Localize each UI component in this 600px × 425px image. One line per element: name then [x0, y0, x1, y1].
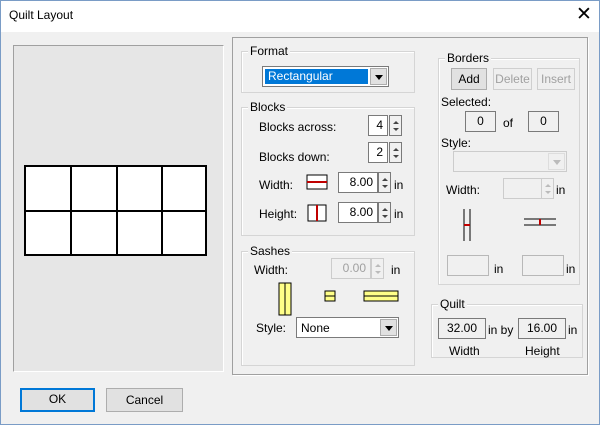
block-width-icon: [306, 174, 328, 190]
quilt-by-label: in by: [488, 323, 514, 337]
sash-width-unit: in: [391, 263, 401, 277]
chevron-down-icon[interactable]: [380, 319, 397, 336]
border-style-label: Style:: [441, 136, 472, 150]
horizontal-sash-icon: [363, 290, 399, 302]
top-border-icon: [524, 218, 556, 226]
block-height-spinner[interactable]: [378, 202, 391, 223]
format-select[interactable]: Rectangular: [262, 66, 389, 87]
ok-button[interactable]: OK: [20, 388, 95, 412]
borders-group-label: Borders: [445, 51, 492, 65]
selected-label: Selected:: [441, 95, 492, 109]
selected-border-value: 0: [465, 111, 496, 132]
grid-line: [26, 210, 205, 212]
format-select-value: Rectangular: [265, 69, 368, 84]
block-width-unit: in: [394, 178, 404, 192]
blocks-down-label: Blocks down:: [259, 150, 330, 164]
blocks-across-spinner[interactable]: [389, 115, 402, 136]
side-border-width-field: [447, 255, 489, 276]
block-height-label: Height:: [259, 207, 298, 221]
top-border-unit: in: [566, 262, 576, 276]
block-height-icon: [307, 204, 327, 222]
border-width-unit: in: [556, 183, 566, 197]
quilt-width-caption: Width: [449, 344, 480, 358]
sash-width-spinner[interactable]: [371, 258, 384, 279]
sash-style-select[interactable]: None: [296, 317, 399, 338]
border-width-label: Width:: [446, 183, 481, 197]
chevron-down-icon[interactable]: [548, 153, 565, 170]
sash-style-value: None: [301, 321, 330, 335]
top-border-width-field: [522, 255, 564, 276]
blocks-group-label: Blocks: [248, 100, 288, 114]
sash-width-label: Width:: [254, 263, 289, 277]
quilt-group-label: Quilt: [438, 297, 467, 311]
cornerstone-icon: [324, 290, 336, 302]
blocks-across-input[interactable]: 4: [368, 115, 388, 136]
sash-width-input[interactable]: 0.00: [331, 258, 371, 279]
insert-border-button[interactable]: Insert: [537, 68, 575, 90]
quilt-width-value: 32.00: [438, 318, 486, 339]
quilt-unit: in: [568, 323, 578, 337]
quilt-height-caption: Height: [525, 344, 560, 358]
block-width-label: Width:: [259, 178, 294, 192]
quilt-preview-grid: [24, 165, 207, 256]
total-borders-value: 0: [528, 111, 559, 132]
cancel-button[interactable]: Cancel: [106, 388, 183, 412]
blocks-down-input[interactable]: 2: [368, 142, 388, 163]
vertical-sash-icon: [278, 282, 292, 316]
block-height-input[interactable]: 8.00: [338, 202, 378, 223]
format-group-label: Format: [248, 44, 291, 58]
of-label: of: [503, 116, 514, 130]
close-icon[interactable]: ✕: [572, 2, 596, 28]
add-border-button[interactable]: Add: [451, 68, 487, 90]
border-width-input[interactable]: [503, 178, 543, 199]
block-width-spinner[interactable]: [378, 172, 391, 193]
delete-border-button[interactable]: Delete: [493, 68, 532, 90]
sashes-group-label: Sashes: [248, 244, 293, 258]
border-width-spinner[interactable]: [541, 178, 554, 199]
block-height-unit: in: [394, 207, 404, 221]
block-width-input[interactable]: 8.00: [338, 172, 378, 193]
sash-style-label: Style:: [256, 321, 287, 335]
side-border-icon: [463, 209, 471, 241]
chevron-down-icon[interactable]: [370, 68, 387, 85]
blocks-across-label: Blocks across:: [259, 120, 337, 134]
title-bar: [0, 0, 600, 32]
window-title: Quilt Layout: [9, 8, 74, 22]
border-style-select[interactable]: [453, 151, 567, 172]
blocks-down-spinner[interactable]: [389, 142, 402, 163]
quilt-height-value: 16.00: [518, 318, 566, 339]
side-border-unit: in: [494, 262, 504, 276]
